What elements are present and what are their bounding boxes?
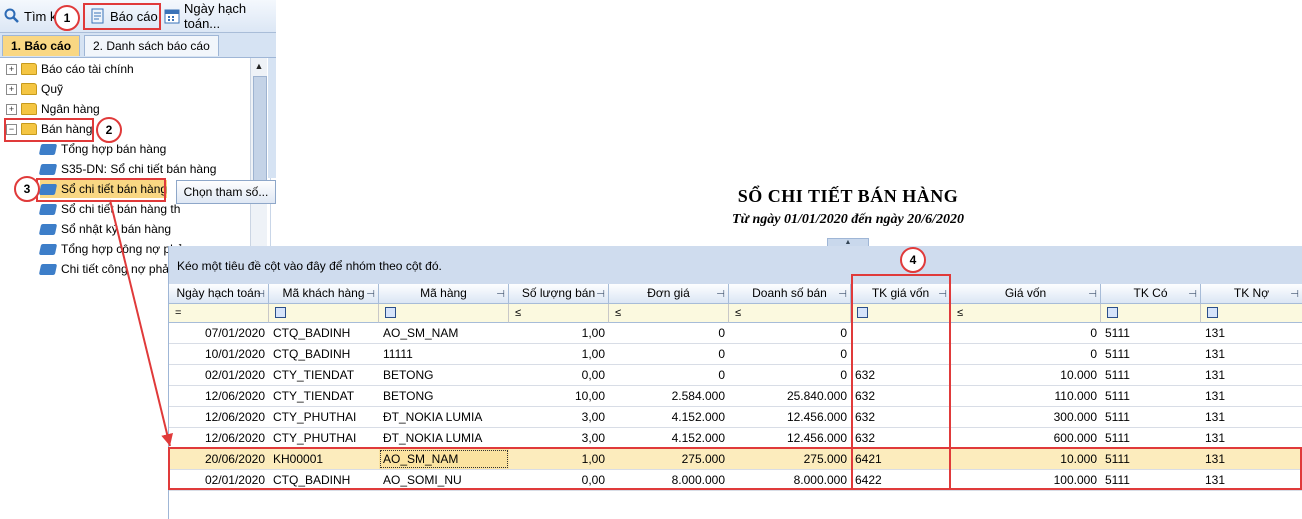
arrow-connector: [109, 199, 173, 447]
